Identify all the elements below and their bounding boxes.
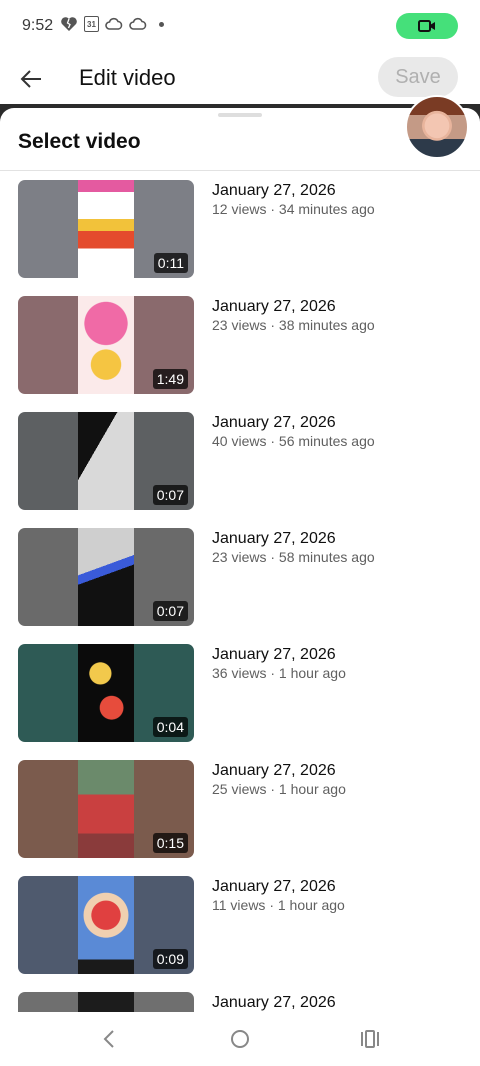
nav-back-button[interactable]: [94, 1026, 124, 1052]
video-thumbnail: 0:11: [18, 180, 194, 278]
heart-broken-icon: [60, 16, 78, 32]
chevron-left-icon: [103, 1030, 114, 1048]
video-list-item[interactable]: 0:07 January 27, 2026 23 views · 58 minu…: [0, 528, 480, 626]
video-list-item[interactable]: January 27, 2026: [0, 992, 480, 1012]
video-list-item[interactable]: 1:49 January 27, 2026 23 views · 38 minu…: [0, 296, 480, 394]
video-meta: 25 views · 1 hour ago: [212, 781, 346, 797]
back-button[interactable]: [14, 62, 48, 96]
video-duration: 1:49: [152, 369, 188, 389]
video-list: 0:11 January 27, 2026 12 views · 34 minu…: [0, 180, 480, 1012]
video-duration: 0:15: [152, 833, 188, 853]
cloud-icon: [105, 17, 123, 31]
divider: [0, 170, 480, 171]
video-meta: 12 views · 34 minutes ago: [212, 201, 375, 217]
video-list-item[interactable]: 0:11 January 27, 2026 12 views · 34 minu…: [0, 180, 480, 278]
video-duration: 0:07: [152, 601, 188, 621]
video-date: January 27, 2026: [212, 646, 336, 663]
screen-record-indicator[interactable]: [396, 13, 458, 39]
system-nav-bar: [0, 1012, 480, 1066]
app-bar: Edit video Save: [0, 52, 480, 104]
status-time: 9:52: [22, 17, 54, 34]
video-list-item[interactable]: 0:09 January 27, 2026 11 views · 1 hour …: [0, 876, 480, 974]
video-date: January 27, 2026: [212, 994, 336, 1011]
video-date: January 27, 2026: [212, 414, 336, 431]
sheet-title: Select video: [18, 130, 141, 153]
arrow-left-icon: [20, 70, 41, 88]
video-thumbnail: 0:07: [18, 412, 194, 510]
video-duration: 0:04: [152, 717, 188, 737]
video-list-item[interactable]: 0:04 January 27, 2026 36 views · 1 hour …: [0, 644, 480, 742]
status-icons: 31: [60, 16, 164, 32]
video-thumbnail: [18, 992, 194, 1012]
video-meta: 40 views · 56 minutes ago: [212, 433, 375, 449]
video-date: January 27, 2026: [212, 762, 336, 779]
video-meta: 23 views · 38 minutes ago: [212, 317, 375, 333]
video-date: January 27, 2026: [212, 878, 336, 895]
save-button[interactable]: Save: [378, 57, 458, 97]
avatar[interactable]: [405, 95, 469, 159]
circle-home-icon: [231, 1030, 249, 1048]
video-list-item[interactable]: 0:07 January 27, 2026 40 views · 56 minu…: [0, 412, 480, 510]
recents-icon: [361, 1030, 379, 1048]
video-thumbnail: 0:07: [18, 528, 194, 626]
video-thumbnail: 1:49: [18, 296, 194, 394]
page-title: Edit video: [79, 65, 176, 90]
video-date: January 27, 2026: [212, 530, 336, 547]
video-thumbnail: 0:15: [18, 760, 194, 858]
video-list-item[interactable]: 0:15 January 27, 2026 25 views · 1 hour …: [0, 760, 480, 858]
dot-icon: [159, 21, 164, 27]
status-bar: 9:52 31: [0, 0, 480, 52]
video-thumbnail: 0:09: [18, 876, 194, 974]
video-meta: 36 views · 1 hour ago: [212, 665, 346, 681]
video-meta: 23 views · 58 minutes ago: [212, 549, 375, 565]
nav-home-button[interactable]: [225, 1026, 255, 1052]
calendar-icon: 31: [84, 16, 99, 32]
video-duration: 0:11: [153, 253, 188, 273]
video-camera-icon: [418, 20, 435, 32]
video-duration: 0:09: [152, 949, 188, 969]
sheet-drag-handle[interactable]: [218, 113, 262, 117]
video-date: January 27, 2026: [212, 298, 336, 315]
video-duration: 0:07: [152, 485, 188, 505]
video-meta: 11 views · 1 hour ago: [212, 897, 345, 913]
video-thumbnail: 0:04: [18, 644, 194, 742]
nav-recents-button[interactable]: [355, 1026, 385, 1052]
video-date: January 27, 2026: [212, 182, 336, 199]
cloud-icon: [129, 17, 147, 31]
